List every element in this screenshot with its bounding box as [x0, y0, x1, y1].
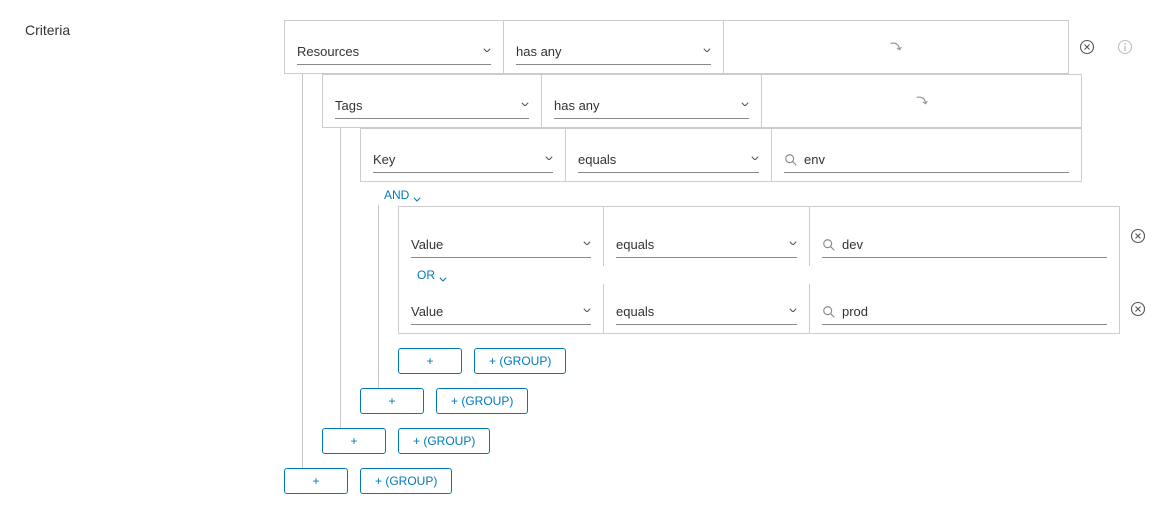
operator-select-value[interactable]: equals [616, 232, 797, 258]
value-input-dev[interactable]: dev [822, 232, 1107, 258]
connector-or-row: OR [398, 266, 1146, 284]
subject-select-value[interactable]: Value [411, 299, 591, 325]
info-icon[interactable] [1117, 39, 1133, 55]
chevron-down-icon [751, 156, 759, 164]
chevron-down-icon [741, 102, 749, 110]
add-button[interactable]: + [360, 388, 424, 414]
value-group: Value equals [398, 206, 1146, 334]
curve-arrow-icon [913, 92, 931, 110]
delete-row-button[interactable] [1130, 301, 1146, 317]
chevron-down-icon [413, 191, 421, 199]
add-group-button[interactable]: + (GROUP) [474, 348, 566, 374]
value-input-prod[interactable]: prod [822, 299, 1107, 325]
chevron-down-icon [521, 102, 529, 110]
chevron-down-icon [583, 308, 591, 316]
operator-select-tags[interactable]: has any [554, 93, 749, 119]
chevron-down-icon [703, 48, 711, 56]
operator-select-value[interactable]: equals [616, 299, 797, 325]
chevron-down-icon [545, 156, 553, 164]
chevron-down-icon [483, 48, 491, 56]
delete-row-button[interactable] [1130, 228, 1146, 244]
chevron-down-icon [583, 241, 591, 249]
curve-arrow-icon [887, 38, 905, 56]
subject-select-value[interactable]: Value [411, 232, 591, 258]
search-icon [822, 305, 836, 319]
criteria-row-key: Key equals [360, 128, 1146, 182]
add-group-button[interactable]: + (GROUP) [398, 428, 490, 454]
connector-or[interactable]: OR [399, 268, 447, 282]
operator-select-resources[interactable]: has any [516, 39, 711, 65]
section-label: Criteria [25, 20, 284, 494]
chevron-down-icon [439, 271, 447, 279]
add-group-button[interactable]: + (GROUP) [436, 388, 528, 414]
chevron-down-icon [789, 241, 797, 249]
add-button[interactable]: + [398, 348, 462, 374]
add-button[interactable]: + [322, 428, 386, 454]
subject-select-key[interactable]: Key [373, 147, 553, 173]
delete-row-button[interactable] [1079, 39, 1095, 55]
criteria-row-tags: Tags has any [322, 74, 1146, 128]
operator-select-key[interactable]: equals [578, 147, 759, 173]
add-button[interactable]: + [284, 468, 348, 494]
criteria-row-resources: Resources has any [284, 20, 1146, 74]
subject-select-resources[interactable]: Resources [297, 39, 491, 65]
connector-and[interactable]: AND [360, 182, 1146, 206]
add-group-button[interactable]: + (GROUP) [360, 468, 452, 494]
search-icon [822, 238, 836, 252]
criteria-row-value-dev: Value equals [398, 206, 1146, 266]
criteria-row-value-prod: Value equals [398, 284, 1146, 334]
value-input-key[interactable]: env [784, 147, 1069, 173]
chevron-down-icon [789, 308, 797, 316]
subject-select-tags[interactable]: Tags [335, 93, 529, 119]
search-icon [784, 153, 798, 167]
criteria-builder: Resources has any [284, 20, 1146, 494]
